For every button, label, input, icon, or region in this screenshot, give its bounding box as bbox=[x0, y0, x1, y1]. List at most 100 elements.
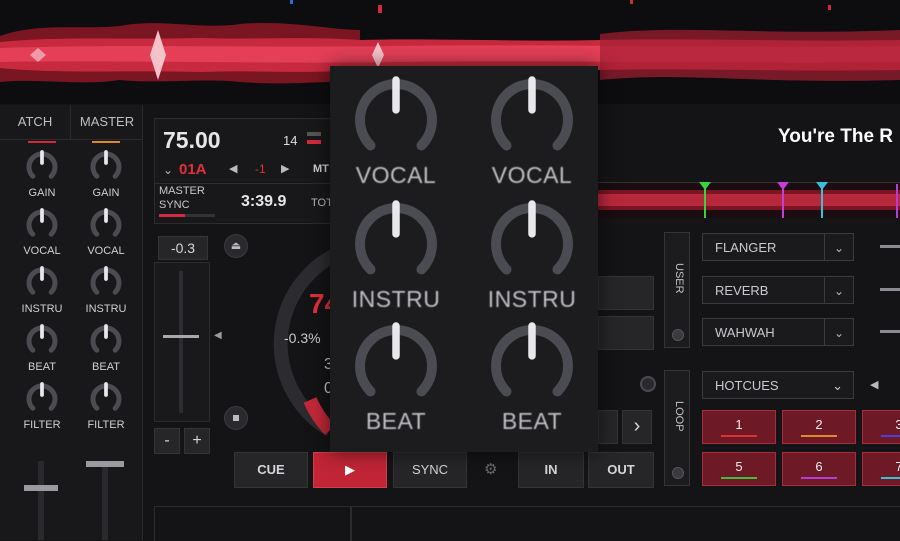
volume-fader-b[interactable] bbox=[86, 461, 124, 467]
stop-button[interactable] bbox=[224, 406, 248, 430]
fx-slot-slider[interactable] bbox=[880, 245, 900, 248]
deck-b-knob-group: BEAT bbox=[76, 323, 136, 381]
eject-icon[interactable]: ⏏ bbox=[224, 234, 248, 258]
key-up-button[interactable]: ▶ bbox=[281, 162, 289, 175]
cue-button[interactable]: CUE bbox=[234, 452, 308, 488]
pitch-plus-button[interactable]: + bbox=[184, 428, 210, 454]
fx-slot-slider[interactable] bbox=[880, 288, 900, 291]
deck-b-vocal-knob[interactable] bbox=[88, 207, 124, 243]
deck-b-knob-group: INSTRU bbox=[76, 265, 136, 323]
deck-b-knob-label: BEAT bbox=[92, 361, 120, 373]
track-info-box: 75.00 14 ⌄ 01A ◀ -1 ▶ MT MASTER SYNC 3:3… bbox=[154, 118, 334, 224]
fx-param-box[interactable] bbox=[598, 276, 654, 310]
deck-b-instru-knob[interactable] bbox=[88, 265, 124, 301]
fx-slot-1[interactable]: FLANGER bbox=[702, 233, 826, 261]
stem-vocal-knob[interactable] bbox=[486, 74, 578, 166]
mixer-tab-master[interactable]: MASTER bbox=[70, 105, 143, 140]
mixer-column-a: GAIN VOCAL INSTRU BEAT FILTER bbox=[12, 149, 72, 439]
fx-bank-tab[interactable]: USER bbox=[664, 232, 690, 348]
master-label[interactable]: MASTER bbox=[159, 185, 205, 197]
hotcue-pad-6[interactable]: 6 bbox=[782, 452, 856, 486]
hotcue-pad-7[interactable]: 7 bbox=[862, 452, 900, 486]
loop-in-button[interactable]: IN bbox=[518, 452, 584, 488]
deck-a-knob-group: VOCAL bbox=[12, 207, 72, 265]
overview-waveform[interactable] bbox=[598, 182, 900, 218]
deck-b-knob-label: GAIN bbox=[92, 187, 120, 199]
deck-b-knob-label: INSTRU bbox=[85, 303, 127, 315]
hotcue-color-bar bbox=[881, 477, 900, 479]
hotcue-color-bar bbox=[721, 477, 757, 479]
volume-fader-a[interactable] bbox=[24, 485, 58, 491]
loop-out-button[interactable]: OUT bbox=[588, 452, 654, 488]
stem-instru-knob[interactable] bbox=[350, 198, 442, 290]
deck-b-filter-knob[interactable] bbox=[88, 381, 124, 417]
stem-beat-knob[interactable] bbox=[350, 320, 442, 412]
key-shift-value: -1 bbox=[255, 162, 266, 176]
hotcue-pad-label: 6 bbox=[815, 459, 823, 474]
bottom-panel-right bbox=[350, 506, 900, 541]
fx-slot-label: REVERB bbox=[715, 283, 769, 298]
fx-slot-slider[interactable] bbox=[880, 330, 900, 333]
stem-knob-label: BEAT bbox=[365, 408, 427, 434]
hotcue-pad-2[interactable]: 2 bbox=[782, 410, 856, 444]
jog-pitch: -0.3% bbox=[284, 330, 321, 346]
volume-fader-track-b bbox=[102, 461, 108, 540]
pitch-minus-button[interactable]: - bbox=[154, 428, 180, 454]
loop-size-box[interactable] bbox=[598, 410, 618, 444]
mt-label[interactable]: MT bbox=[313, 163, 329, 175]
key-display: 01A bbox=[179, 161, 207, 178]
fx-bank-led bbox=[672, 329, 684, 341]
hotcue-pad-5[interactable]: 5 bbox=[702, 452, 776, 486]
hotcue-color-bar bbox=[721, 435, 757, 437]
loop-indicator bbox=[640, 376, 656, 392]
chevron-down-icon[interactable]: ⌄ bbox=[824, 233, 854, 261]
loop-next-button[interactable]: › bbox=[622, 410, 652, 444]
hotcue-pad-3[interactable]: 3 bbox=[862, 410, 900, 444]
deck-a-vocal-knob[interactable] bbox=[24, 207, 60, 243]
mixer-column-b: GAIN VOCAL INSTRU BEAT FILTER bbox=[76, 149, 136, 439]
chevron-down-icon[interactable]: ⌄ bbox=[824, 276, 854, 304]
pitch-slider[interactable] bbox=[154, 262, 210, 422]
deck-b-knob-group: VOCAL bbox=[76, 207, 136, 265]
deck-b-gain-knob[interactable] bbox=[88, 149, 124, 185]
pitch-slider-handle[interactable] bbox=[163, 335, 199, 338]
stem-beat-knob[interactable] bbox=[486, 320, 578, 412]
chevron-down-icon[interactable]: ⌄ bbox=[163, 163, 173, 177]
stems-zoom-overlay: VOCAL VOCAL INSTRU INSTRU BEAT BEAT bbox=[330, 66, 598, 452]
pad-page-prev-icon[interactable]: ◀ bbox=[870, 378, 878, 391]
fx-slot-label: FLANGER bbox=[715, 240, 777, 255]
sync-label[interactable]: SYNC bbox=[159, 199, 190, 211]
fx-param-box[interactable] bbox=[598, 316, 654, 350]
pitch-pointer-icon: ◀ bbox=[214, 330, 222, 341]
deck-b-knob-group: FILTER bbox=[76, 381, 136, 439]
pad-mode-tab[interactable]: LOOP bbox=[664, 370, 690, 486]
sync-meter bbox=[159, 214, 215, 217]
key-down-button[interactable]: ◀ bbox=[229, 162, 237, 175]
deck-b-beat-knob[interactable] bbox=[88, 323, 124, 359]
chevron-down-icon[interactable]: ⌄ bbox=[824, 318, 854, 346]
stem-knob-label: VOCAL bbox=[491, 162, 573, 188]
mixer-tab-watch[interactable]: ATCH bbox=[0, 105, 70, 140]
pitch-value[interactable]: -0.3 bbox=[158, 236, 208, 260]
key-meter-bottom bbox=[307, 140, 321, 144]
deck-a-filter-knob[interactable] bbox=[24, 381, 60, 417]
deck-a-instru-knob[interactable] bbox=[24, 265, 60, 301]
fx-slot-3[interactable]: WAHWAH bbox=[702, 318, 826, 346]
gear-icon[interactable]: ⚙ bbox=[484, 460, 497, 478]
stem-knob-label: INSTRU bbox=[351, 286, 441, 312]
fx-slot-2[interactable]: REVERB bbox=[702, 276, 826, 304]
stem-knob-group: BEAT bbox=[346, 320, 446, 435]
stem-vocal-knob[interactable] bbox=[350, 74, 442, 166]
play-button[interactable]: ▶ bbox=[313, 452, 387, 488]
track-title: You're The R bbox=[778, 126, 894, 147]
deck-a-indicator bbox=[28, 141, 56, 143]
stem-instru-knob[interactable] bbox=[486, 198, 578, 290]
deck-a-beat-knob[interactable] bbox=[24, 323, 60, 359]
waveform-right bbox=[600, 29, 900, 81]
hotcue-pad-1[interactable]: 1 bbox=[702, 410, 776, 444]
key-number: 14 bbox=[283, 133, 298, 148]
deck-a-gain-knob[interactable] bbox=[24, 149, 60, 185]
deck-a-knob-group: INSTRU bbox=[12, 265, 72, 323]
pad-mode-select[interactable]: HOTCUES ⌄ bbox=[702, 371, 854, 399]
sync-button[interactable]: SYNC bbox=[393, 452, 467, 488]
